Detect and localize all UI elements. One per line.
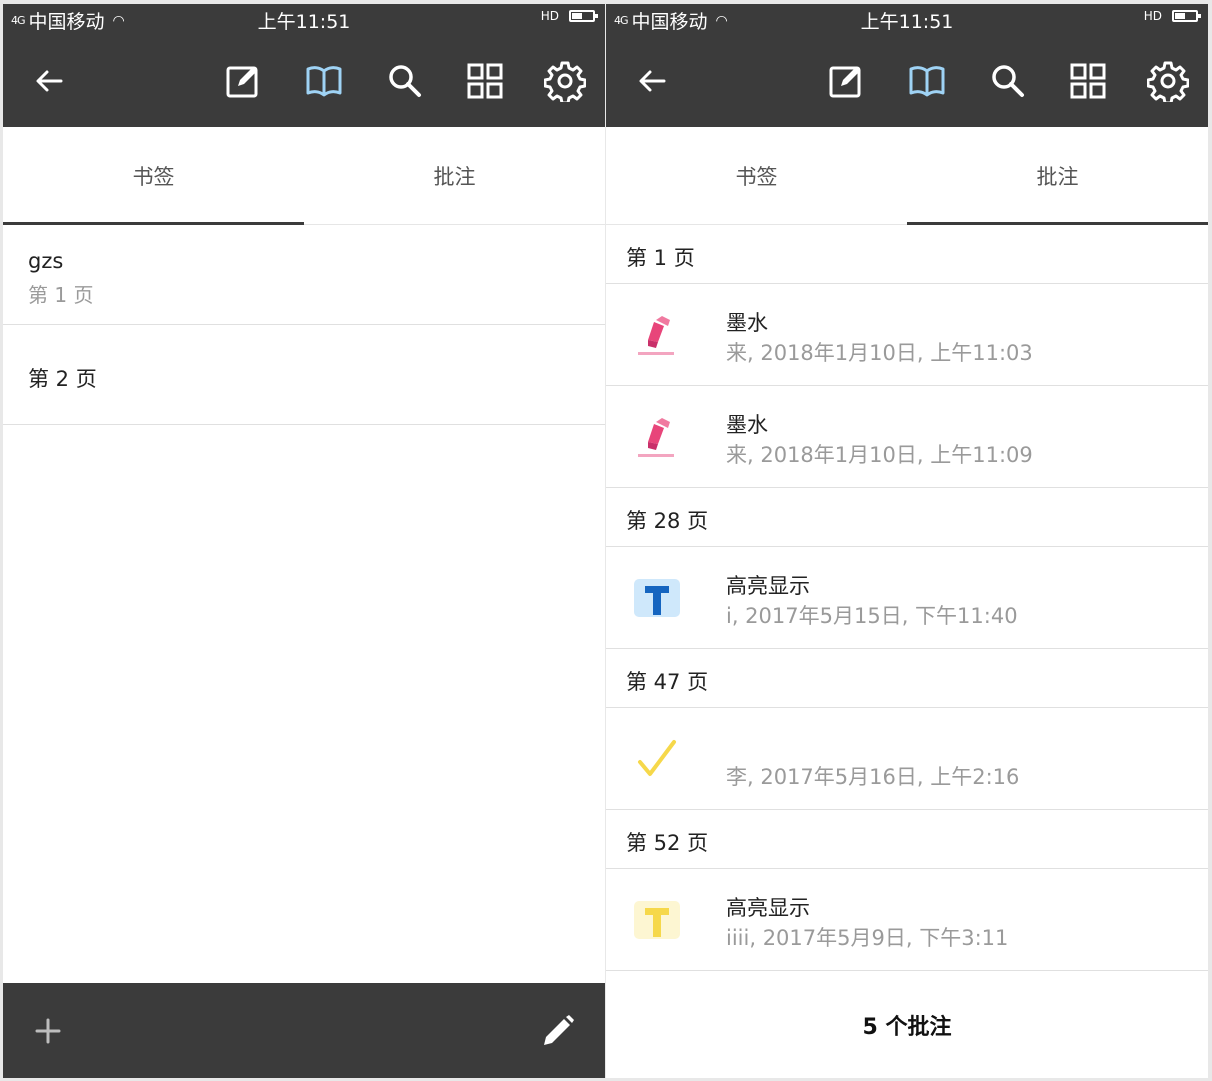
annotation-count: 5 个批注 xyxy=(606,971,1208,1078)
edit-button[interactable] xyxy=(817,34,877,127)
annotation-item[interactable]: 墨水 来, 2018年1月10日, 上午11:09 xyxy=(606,386,1208,488)
plus-icon xyxy=(35,1018,61,1043)
bookmark-title: 第 2 页 xyxy=(28,367,97,391)
grid-icon xyxy=(467,63,503,98)
annotations-screen: 4G 中国移动 ◠ 上午11:51 HD 书签 批注 第 1 页 墨水 来, 2… xyxy=(606,4,1208,1078)
toolbar xyxy=(3,34,605,127)
hd-call-icon: HD xyxy=(1143,9,1162,23)
settings-button[interactable] xyxy=(1138,34,1198,127)
page-group-header: 第 28 页 xyxy=(606,488,1208,547)
bottom-action-bar xyxy=(3,983,605,1078)
edit-bookmarks-button[interactable] xyxy=(523,983,593,1078)
annotation-item[interactable]: 高亮显示 i, 2017年5月15日, 下午11:40 xyxy=(606,547,1208,649)
toolbar xyxy=(606,34,1208,127)
tab-bookmarks[interactable]: 书签 xyxy=(606,127,907,224)
back-button[interactable] xyxy=(19,34,79,127)
highlight-text-yellow-icon xyxy=(628,891,686,949)
gear-icon xyxy=(1147,61,1189,102)
bookmark-title: gzs xyxy=(28,249,64,273)
search-button[interactable] xyxy=(375,34,435,127)
status-time: 上午11:51 xyxy=(860,11,954,33)
book-open-icon xyxy=(306,65,342,96)
annotation-type: 高亮显示 xyxy=(726,896,810,920)
gear-icon xyxy=(544,61,586,102)
highlight-text-blue-icon xyxy=(628,569,686,627)
grid-button[interactable] xyxy=(1058,34,1118,127)
status-bar: 4G 中国移动 ◠ 上午11:51 HD xyxy=(3,4,605,34)
edit-note-icon xyxy=(226,66,258,97)
annotation-meta: 来, 2018年1月10日, 上午11:09 xyxy=(726,443,1033,467)
bookmarks-view-button[interactable] xyxy=(897,34,957,127)
status-bar: 4G 中国移动 ◠ 上午11:51 HD xyxy=(606,4,1208,34)
hd-call-icon: HD xyxy=(540,9,559,23)
battery-icon xyxy=(569,10,598,22)
annotation-type: 墨水 xyxy=(726,413,768,437)
status-time: 上午11:51 xyxy=(257,11,351,33)
settings-button[interactable] xyxy=(535,34,595,127)
edit-note-icon xyxy=(829,66,861,97)
bookmark-item[interactable]: 第 2 页 xyxy=(3,325,605,425)
annotation-item[interactable]: 李, 2017年5月16日, 上午2:16 xyxy=(606,708,1208,810)
add-bookmark-button[interactable] xyxy=(13,983,83,1078)
tab-bar: 书签 批注 xyxy=(3,127,605,225)
grid-icon xyxy=(1070,63,1106,98)
tab-annotations[interactable]: 批注 xyxy=(907,127,1208,224)
back-arrow-icon xyxy=(639,70,666,91)
checkmark-icon xyxy=(628,730,686,788)
annotation-meta: i, 2017年5月15日, 下午11:40 xyxy=(726,604,1018,628)
pencil-icon xyxy=(544,1014,574,1045)
book-open-icon xyxy=(909,65,945,96)
annotation-item[interactable]: 高亮显示 iiii, 2017年5月9日, 下午3:11 xyxy=(606,869,1208,971)
annotation-meta: 来, 2018年1月10日, 上午11:03 xyxy=(726,341,1033,365)
back-arrow-icon xyxy=(36,70,63,91)
annotation-type: 墨水 xyxy=(726,311,768,335)
tab-annotations[interactable]: 批注 xyxy=(304,127,605,224)
tab-bookmarks[interactable]: 书签 xyxy=(3,127,304,224)
bookmarks-view-button[interactable] xyxy=(294,34,354,127)
ink-marker-icon xyxy=(628,408,686,466)
annotation-item[interactable]: 墨水 来, 2018年1月10日, 上午11:03 xyxy=(606,284,1208,386)
annotation-type: 高亮显示 xyxy=(726,574,810,598)
ink-marker-icon xyxy=(628,306,686,364)
bookmarks-screen: 4G 中国移动 ◠ 上午11:51 HD 书签 批注 gzs 第 1 页 第 2… xyxy=(3,4,605,1078)
annotation-meta: iiii, 2017年5月9日, 下午3:11 xyxy=(726,926,1009,950)
search-icon xyxy=(389,64,421,97)
bookmark-item[interactable]: gzs 第 1 页 xyxy=(3,225,605,325)
search-button[interactable] xyxy=(978,34,1038,127)
annotation-meta: 李, 2017年5月16日, 上午2:16 xyxy=(726,765,1020,789)
grid-button[interactable] xyxy=(455,34,515,127)
page-group-header: 第 52 页 xyxy=(606,810,1208,869)
page-group-header: 第 1 页 xyxy=(606,225,1208,284)
back-button[interactable] xyxy=(622,34,682,127)
search-icon xyxy=(992,64,1024,97)
bookmark-page: 第 1 页 xyxy=(28,283,94,307)
edit-button[interactable] xyxy=(214,34,274,127)
tab-bar: 书签 批注 xyxy=(606,127,1208,225)
page-group-header: 第 47 页 xyxy=(606,649,1208,708)
battery-icon xyxy=(1172,10,1201,22)
